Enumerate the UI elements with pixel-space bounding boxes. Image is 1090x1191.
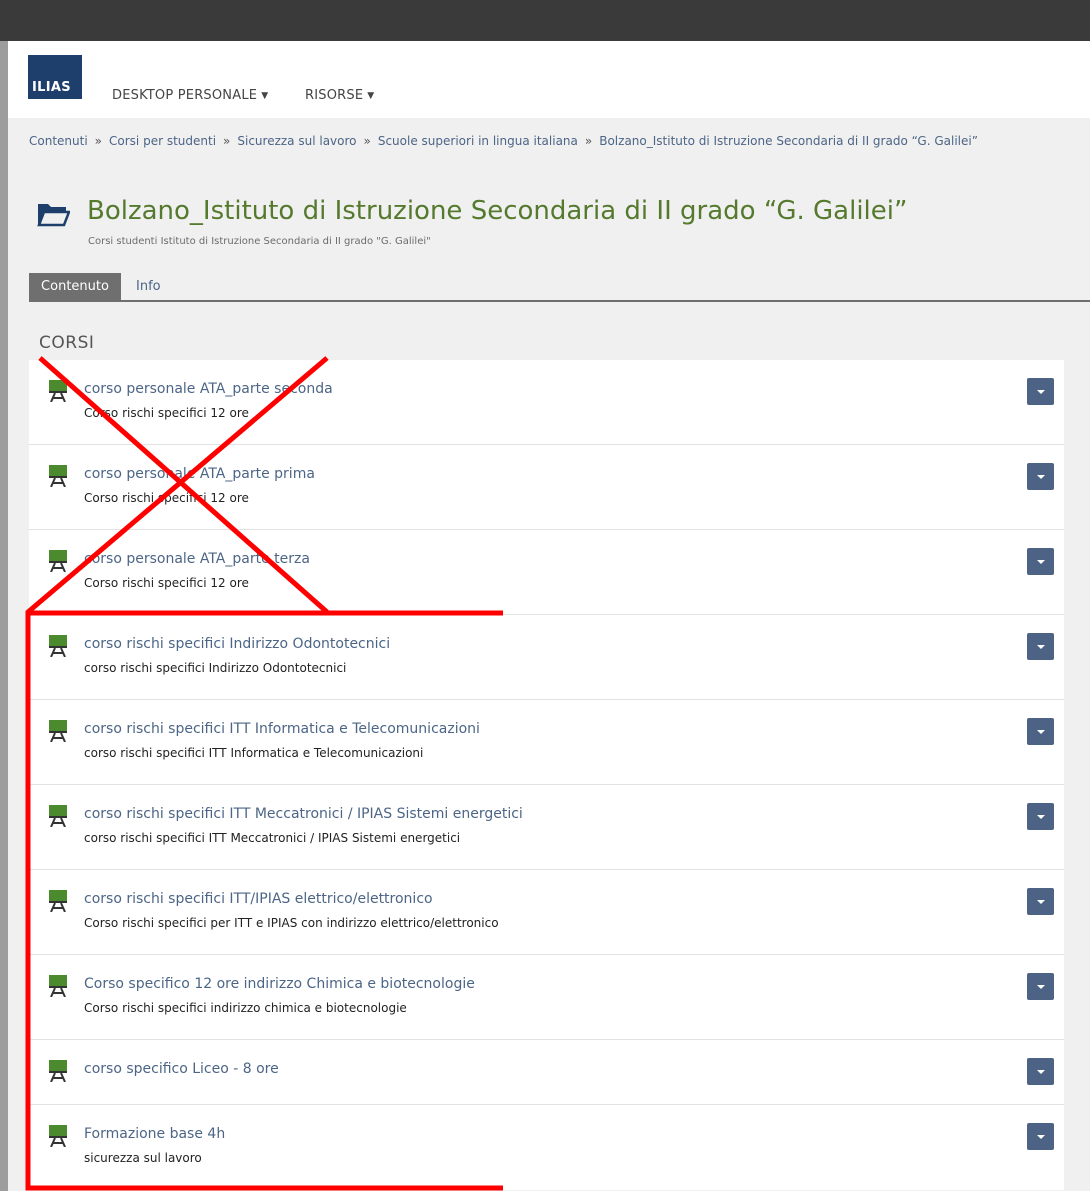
logo-text: ILIAS xyxy=(32,80,71,95)
tab-info[interactable]: Info xyxy=(136,273,161,300)
list-item: corso rischi specifici ITT Meccatronici … xyxy=(29,785,1064,870)
breadcrumb-item[interactable]: Scuole superiori in lingua italiana xyxy=(378,134,578,148)
list-item: corso personale ATA_parte terza Corso ri… xyxy=(29,530,1064,615)
course-board-icon xyxy=(49,550,67,572)
actions-dropdown-button[interactable] xyxy=(1027,463,1054,490)
actions-dropdown-button[interactable] xyxy=(1027,378,1054,405)
course-board-icon xyxy=(49,805,67,827)
list-item: corso personale ATA_parte prima Corso ri… xyxy=(29,445,1064,530)
course-description: Corso rischi specifici indirizzo chimica… xyxy=(84,1001,407,1015)
course-board-icon xyxy=(49,975,67,997)
course-description: Corso rischi specifici per ITT e IPIAS c… xyxy=(84,916,499,930)
breadcrumb-separator: » xyxy=(223,134,231,148)
page: ILIAS DESKTOP PERSONALE ▼ RISORSE ▼ Conten… xyxy=(8,41,1090,1191)
course-board-icon xyxy=(49,1060,67,1082)
folder-icon xyxy=(37,204,70,227)
course-title-link[interactable]: corso rischi specifici Indirizzo Odontot… xyxy=(84,636,390,652)
course-title-link[interactable]: corso rischi specifici ITT/IPIAS elettri… xyxy=(84,891,433,907)
course-title-link[interactable]: corso rischi specifici ITT Informatica e… xyxy=(84,721,480,737)
course-title-link[interactable]: corso personale ATA_parte prima xyxy=(84,466,315,482)
tab-contenuto[interactable]: Contenuto xyxy=(29,273,121,300)
menu-risorse[interactable]: RISORSE ▼ xyxy=(305,88,374,103)
actions-dropdown-button[interactable] xyxy=(1027,548,1054,575)
actions-dropdown-button[interactable] xyxy=(1027,1123,1054,1150)
course-description: Corso rischi specifici 12 ore xyxy=(84,406,249,420)
course-title-link[interactable]: Corso specifico 12 ore indirizzo Chimica… xyxy=(84,976,475,992)
page-subtitle: Corsi studenti Istituto di Istruzione Se… xyxy=(88,236,431,247)
course-list: corso personale ATA_parte seconda Corso … xyxy=(29,360,1064,1190)
actions-dropdown-button[interactable] xyxy=(1027,633,1054,660)
course-title-link[interactable]: corso personale ATA_parte terza xyxy=(84,551,310,567)
tab-underline xyxy=(29,300,1090,302)
page-title: Bolzano_Istituto di Istruzione Secondari… xyxy=(87,196,908,226)
course-description: corso rischi specifici ITT Meccatronici … xyxy=(84,831,461,845)
actions-dropdown-button[interactable] xyxy=(1027,888,1054,915)
breadcrumb-item[interactable]: Bolzano_Istituto di Istruzione Secondari… xyxy=(599,134,978,148)
list-item: Formazione base 4h sicurezza sul lavoro xyxy=(29,1105,1064,1190)
list-item: Corso specifico 12 ore indirizzo Chimica… xyxy=(29,955,1064,1040)
breadcrumb-separator: » xyxy=(94,134,103,148)
list-item: corso rischi specifici ITT Informatica e… xyxy=(29,700,1064,785)
actions-dropdown-button[interactable] xyxy=(1027,973,1054,1000)
breadcrumb-item[interactable]: Contenuti xyxy=(29,134,88,148)
actions-dropdown-button[interactable] xyxy=(1027,718,1054,745)
course-description: Corso rischi specifici 12 ore xyxy=(84,491,249,505)
breadcrumb-separator: » xyxy=(363,134,371,148)
section-title: CORSI xyxy=(39,333,95,353)
course-description: corso rischi specifici ITT Informatica e… xyxy=(84,746,424,760)
breadcrumb-item[interactable]: Sicurezza sul lavoro xyxy=(237,134,356,148)
course-board-icon xyxy=(49,380,67,402)
list-item: corso personale ATA_parte seconda Corso … xyxy=(29,360,1064,445)
actions-dropdown-button[interactable] xyxy=(1027,803,1054,830)
list-item: corso rischi specifici ITT/IPIAS elettri… xyxy=(29,870,1064,955)
course-board-icon xyxy=(49,465,67,487)
main-header: ILIAS DESKTOP PERSONALE ▼ RISORSE ▼ xyxy=(8,41,1090,118)
course-description: corso rischi specifici Indirizzo Odontot… xyxy=(84,661,347,675)
menu-label: DESKTOP PERSONALE xyxy=(112,88,258,103)
course-title-link[interactable]: Formazione base 4h xyxy=(84,1126,225,1142)
left-edge-strip xyxy=(0,41,8,1191)
breadcrumb-separator: » xyxy=(584,134,593,148)
caret-down-icon: ▼ xyxy=(261,91,269,101)
caret-down-icon: ▼ xyxy=(367,91,375,101)
course-description: Corso rischi specifici 12 ore xyxy=(84,576,249,590)
course-title-link[interactable]: corso specifico Liceo - 8 ore xyxy=(84,1061,279,1077)
actions-dropdown-button[interactable] xyxy=(1027,1058,1054,1085)
breadcrumb: Contenuti » Corsi per studenti » Sicurezza s… xyxy=(29,134,978,148)
course-title-link[interactable]: corso personale ATA_parte seconda xyxy=(84,381,333,397)
course-board-icon xyxy=(49,635,67,657)
list-item: corso specifico Liceo - 8 ore xyxy=(29,1040,1064,1105)
course-title-link[interactable]: corso rischi specifici ITT Meccatronici … xyxy=(84,806,523,822)
breadcrumb-item[interactable]: Corsi per studenti xyxy=(109,134,216,148)
menu-desktop-personale[interactable]: DESKTOP PERSONALE ▼ xyxy=(112,88,268,103)
ilias-logo[interactable]: ILIAS xyxy=(28,55,82,99)
course-board-icon xyxy=(49,1125,67,1147)
browser-top-bar xyxy=(0,0,1090,41)
course-description: sicurezza sul lavoro xyxy=(84,1151,202,1165)
list-item: corso rischi specifici Indirizzo Odontot… xyxy=(29,615,1064,700)
course-board-icon xyxy=(49,890,67,912)
menu-label: RISORSE xyxy=(305,88,364,103)
course-board-icon xyxy=(49,720,67,742)
